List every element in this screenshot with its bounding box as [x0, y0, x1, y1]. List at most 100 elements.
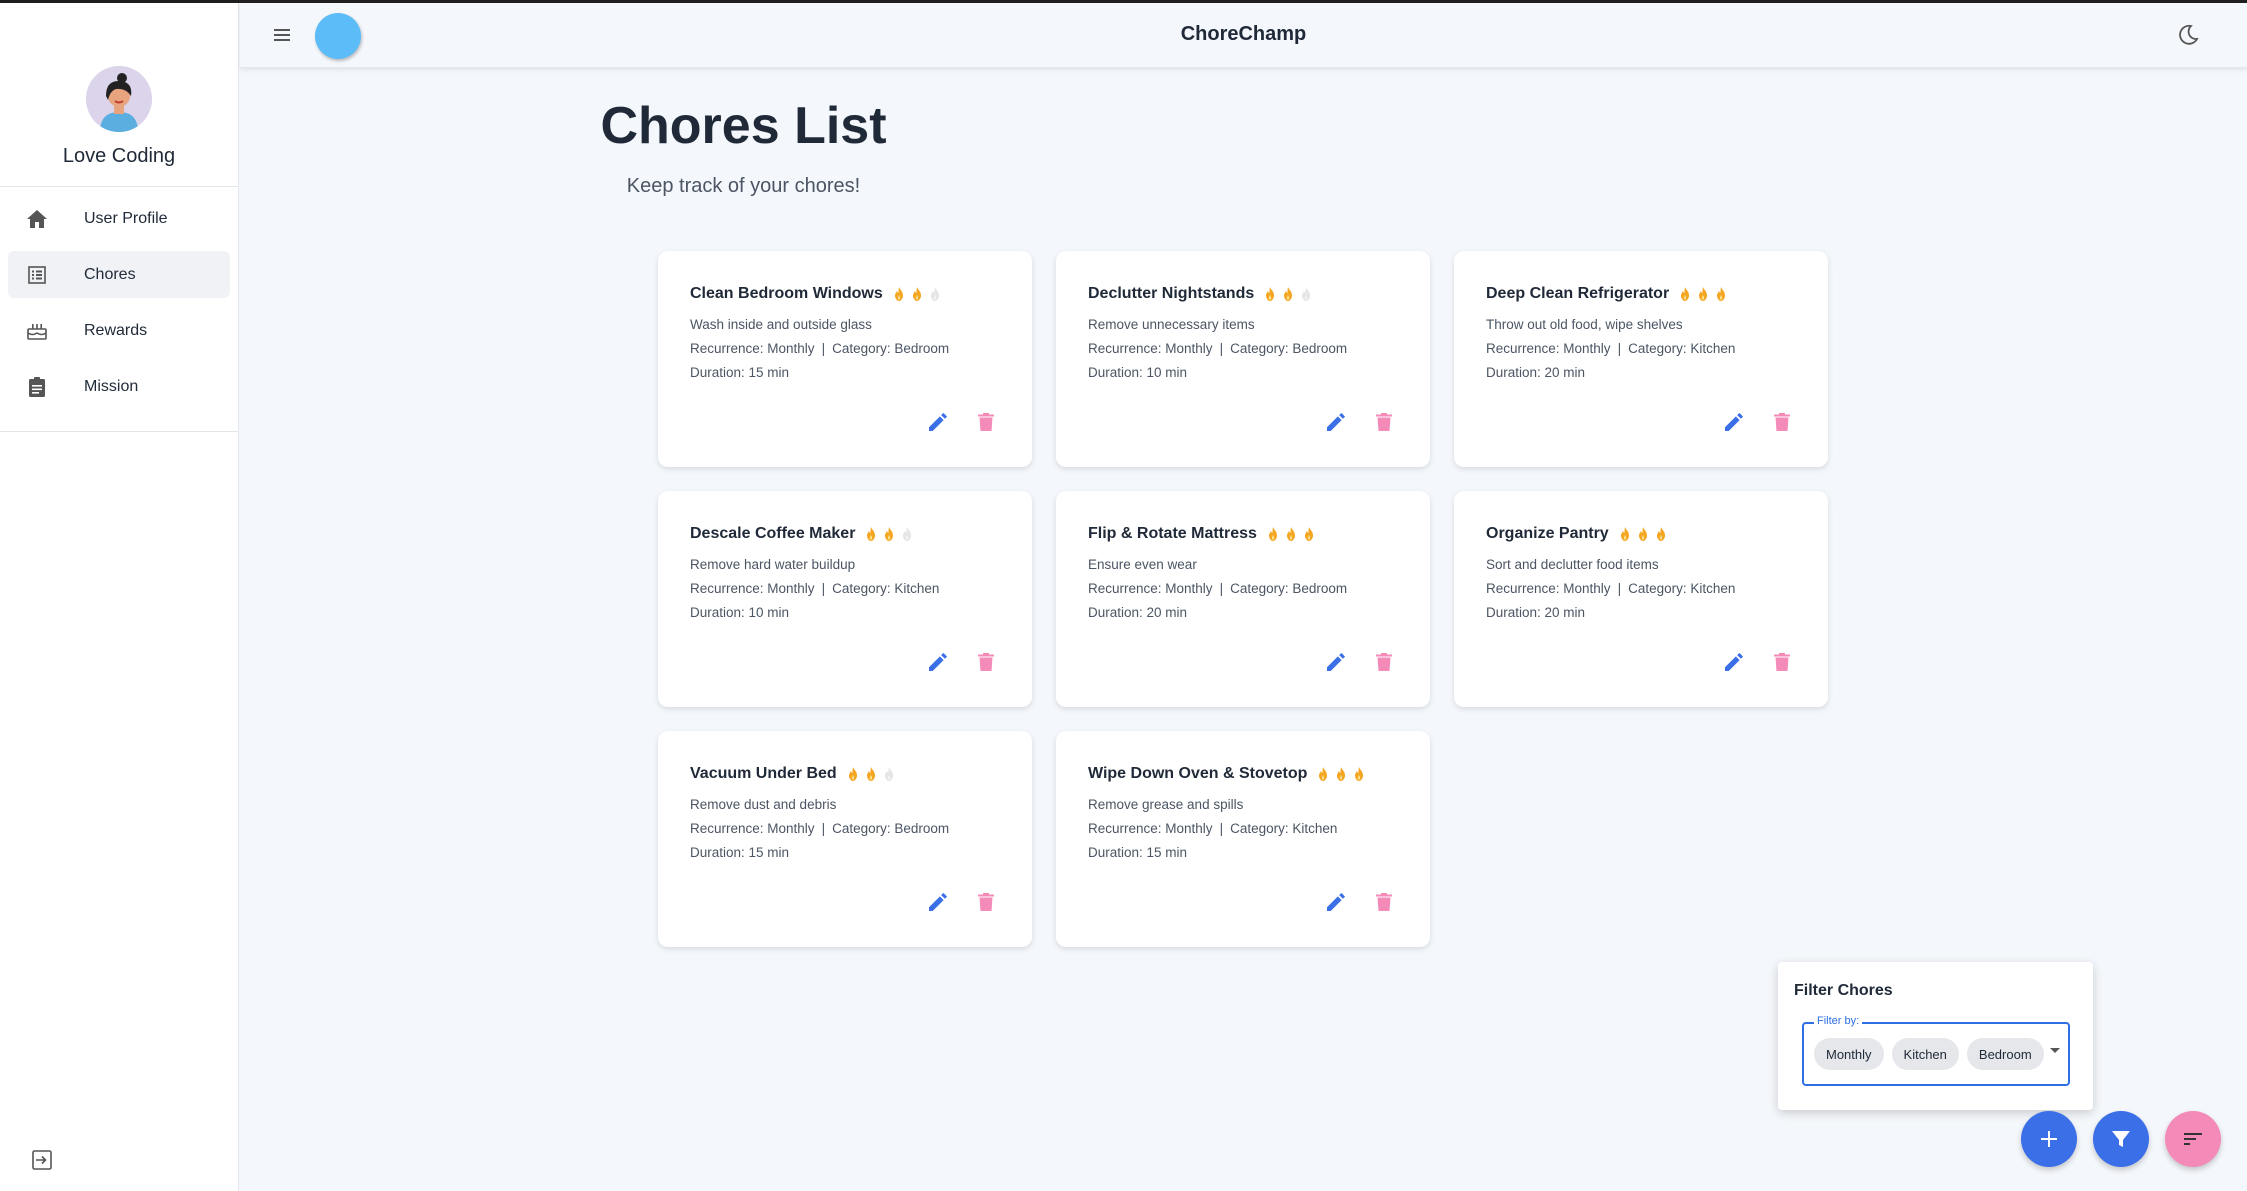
filter-label: Filter by:	[1814, 1015, 1863, 1027]
list-icon	[26, 264, 48, 286]
chore-title: Declutter Nightstands	[1088, 285, 1255, 302]
chores-grid: Clean Bedroom Windows Wash inside and ou…	[658, 251, 1828, 947]
sidebar-item-user-profile[interactable]: User Profile	[8, 195, 230, 242]
edit-icon[interactable]	[1322, 408, 1350, 436]
delete-icon[interactable]	[1768, 408, 1796, 436]
chore-title: Clean Bedroom Windows	[690, 285, 883, 302]
meta-separator: |	[1617, 581, 1622, 596]
dark-mode-icon[interactable]	[2177, 24, 2201, 48]
chore-meta: Recurrence: Monthly | Category: Bedroom	[690, 341, 1000, 356]
chore-description: Remove grease and spills	[1088, 797, 1244, 812]
flame-icon	[1265, 526, 1281, 542]
chore-duration: Duration: 15 min	[690, 845, 790, 860]
chore-duration: Duration: 20 min	[1486, 365, 1586, 380]
difficulty-rating	[1617, 526, 1669, 542]
difficulty-rating	[1262, 286, 1314, 302]
chore-recurrence: Recurrence: Monthly	[1486, 581, 1611, 596]
flame-icon	[927, 286, 943, 302]
chore-recurrence: Recurrence: Monthly	[690, 341, 815, 356]
meta-separator: |	[821, 581, 826, 596]
sidebar-nav: User Profile Chores Rewards Mission	[0, 187, 238, 432]
chore-recurrence: Recurrence: Monthly	[1088, 341, 1213, 356]
chore-category: Category: Bedroom	[1230, 341, 1348, 356]
dropdown-arrow-icon[interactable]	[2050, 1048, 2060, 1053]
chore-card: Declutter Nightstands Remove unnecessary…	[1056, 251, 1430, 467]
delete-icon[interactable]	[972, 888, 1000, 916]
flame-icon	[881, 766, 897, 782]
meta-separator: |	[1219, 581, 1224, 596]
filter-title: Filter Chores	[1794, 982, 1893, 999]
edit-icon[interactable]	[924, 408, 952, 436]
chore-duration: Duration: 15 min	[1088, 845, 1188, 860]
chore-title: Descale Coffee Maker	[690, 525, 856, 542]
sidebar-item-label: User Profile	[84, 209, 168, 227]
page-title: Chores List	[600, 97, 887, 155]
sidebar: Love Coding User Profile Chores Rewards …	[0, 3, 239, 1191]
meta-separator: |	[1219, 341, 1224, 356]
chore-card: Descale Coffee Maker Remove hard water b…	[658, 491, 1032, 707]
cake-icon	[26, 320, 48, 342]
sidebar-item-label: Mission	[84, 377, 139, 395]
delete-icon[interactable]	[1370, 888, 1398, 916]
chore-duration: Duration: 20 min	[1088, 605, 1188, 620]
filter-button[interactable]	[2093, 1111, 2149, 1167]
sidebar-item-chores[interactable]: Chores	[8, 251, 230, 298]
meta-separator: |	[1617, 341, 1622, 356]
chore-title: Wipe Down Oven & Stovetop	[1088, 765, 1308, 782]
edit-icon[interactable]	[924, 648, 952, 676]
filter-select[interactable]: Filter by: Monthly Kitchen Bedroom	[1802, 1015, 2070, 1086]
sort-button[interactable]	[2165, 1111, 2221, 1167]
chore-description: Wash inside and outside glass	[690, 317, 872, 332]
delete-icon[interactable]	[972, 648, 1000, 676]
flame-icon	[1280, 286, 1296, 302]
flame-icon	[1283, 526, 1299, 542]
sidebar-item-rewards[interactable]: Rewards	[8, 307, 230, 354]
difficulty-rating	[1677, 286, 1729, 302]
chore-description: Remove hard water buildup	[690, 557, 856, 572]
chore-title: Vacuum Under Bed	[690, 765, 837, 782]
flame-icon	[1351, 766, 1367, 782]
difficulty-rating	[1315, 766, 1367, 782]
chore-description: Throw out old food, wipe shelves	[1486, 317, 1683, 332]
plus-icon	[2041, 1131, 2057, 1147]
chore-category: Category: Bedroom	[832, 821, 950, 836]
difficulty-rating	[845, 766, 897, 782]
flame-icon	[1713, 286, 1729, 302]
avatar[interactable]	[86, 66, 152, 132]
filter-chip[interactable]: Bedroom	[1966, 1038, 2044, 1070]
difficulty-rating	[863, 526, 915, 542]
edit-icon[interactable]	[1322, 648, 1350, 676]
chore-card: Vacuum Under Bed Remove dust and debris …	[658, 731, 1032, 947]
chore-meta: Recurrence: Monthly | Category: Kitchen	[690, 581, 1000, 596]
delete-icon[interactable]	[972, 408, 1000, 436]
home-icon	[26, 208, 48, 230]
edit-icon[interactable]	[1720, 408, 1748, 436]
chore-title: Organize Pantry	[1486, 525, 1609, 542]
edit-icon[interactable]	[1720, 648, 1748, 676]
flame-icon	[1677, 286, 1693, 302]
filter-chip[interactable]: Monthly	[1814, 1038, 1884, 1070]
sidebar-item-mission[interactable]: Mission	[8, 363, 230, 410]
difficulty-rating	[891, 286, 943, 302]
chore-recurrence: Recurrence: Monthly	[690, 821, 815, 836]
sidebar-item-label: Rewards	[84, 321, 148, 339]
flame-icon	[1262, 286, 1278, 302]
logout-icon[interactable]	[32, 1150, 54, 1172]
chore-category: Category: Kitchen	[1628, 341, 1736, 356]
flame-icon	[1333, 766, 1349, 782]
chore-duration: Duration: 20 min	[1486, 605, 1586, 620]
flame-icon	[899, 526, 915, 542]
add-chore-button[interactable]	[2021, 1111, 2077, 1167]
chore-duration: Duration: 15 min	[690, 365, 790, 380]
chore-duration: Duration: 10 min	[690, 605, 790, 620]
delete-icon[interactable]	[1370, 408, 1398, 436]
flame-icon	[1635, 526, 1651, 542]
filter-icon	[2112, 1131, 2130, 1147]
chore-duration: Duration: 10 min	[1088, 365, 1188, 380]
filter-chip[interactable]: Kitchen	[1891, 1038, 1959, 1070]
edit-icon[interactable]	[924, 888, 952, 916]
delete-icon[interactable]	[1370, 648, 1398, 676]
edit-icon[interactable]	[1322, 888, 1350, 916]
delete-icon[interactable]	[1768, 648, 1796, 676]
clipboard-icon	[26, 376, 48, 398]
